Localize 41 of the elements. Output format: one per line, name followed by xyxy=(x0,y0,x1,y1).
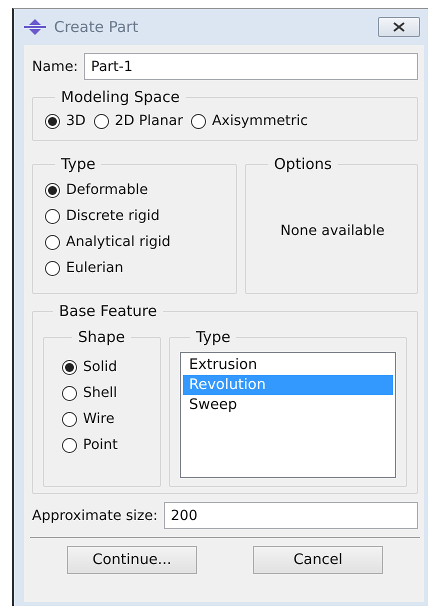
cancel-button[interactable]: Cancel xyxy=(253,546,383,574)
radio-option[interactable]: Eulerian xyxy=(45,257,226,279)
radio-option[interactable]: Deformable xyxy=(45,179,226,201)
radio-option[interactable]: Shell xyxy=(62,382,152,404)
radio-button[interactable] xyxy=(45,234,60,250)
list-item[interactable]: Extrusion xyxy=(183,355,393,375)
radio-option[interactable]: 3D xyxy=(45,110,86,132)
field-label: Approximate size: xyxy=(32,508,158,524)
radio-button[interactable] xyxy=(62,438,77,452)
group-title: Shape xyxy=(77,328,126,346)
name-field[interactable]: Part-1 xyxy=(84,53,418,80)
options-message: None available xyxy=(280,223,385,239)
radio-button[interactable] xyxy=(62,386,77,400)
group-title: Type xyxy=(60,155,96,173)
radio-button[interactable] xyxy=(45,114,60,128)
group-title: Options xyxy=(273,155,333,173)
radio-option[interactable]: Analytical rigid xyxy=(45,231,226,253)
radio-button[interactable] xyxy=(45,182,60,198)
continue-button[interactable]: Continue... xyxy=(67,546,197,574)
radio-option[interactable]: Wire xyxy=(62,408,152,430)
group-title: Modeling Space xyxy=(60,88,181,106)
group-title: Type xyxy=(195,328,232,346)
close-button[interactable] xyxy=(378,17,420,37)
arrows-icon xyxy=(24,19,46,35)
group-title: Base Feature xyxy=(58,302,158,320)
radio-option[interactable]: 2D Planar xyxy=(94,110,183,132)
field-label: Name: xyxy=(32,58,78,74)
size-field[interactable]: 200 xyxy=(164,502,418,529)
radio-option[interactable]: Axisymmetric xyxy=(190,110,308,132)
list-item[interactable]: Sweep xyxy=(183,395,393,415)
radio-option[interactable]: Solid xyxy=(62,356,152,378)
radio-option[interactable]: Discrete rigid xyxy=(45,205,226,227)
radio-button[interactable] xyxy=(190,114,206,128)
radio-button[interactable] xyxy=(94,114,109,128)
radio-button[interactable] xyxy=(62,412,77,426)
window-title: Create Part xyxy=(54,18,140,36)
radio-button[interactable] xyxy=(45,260,60,276)
close-icon xyxy=(393,22,405,32)
radio-button[interactable] xyxy=(45,208,60,224)
radio-option[interactable]: Point xyxy=(62,434,152,456)
radio-button[interactable] xyxy=(62,360,77,374)
